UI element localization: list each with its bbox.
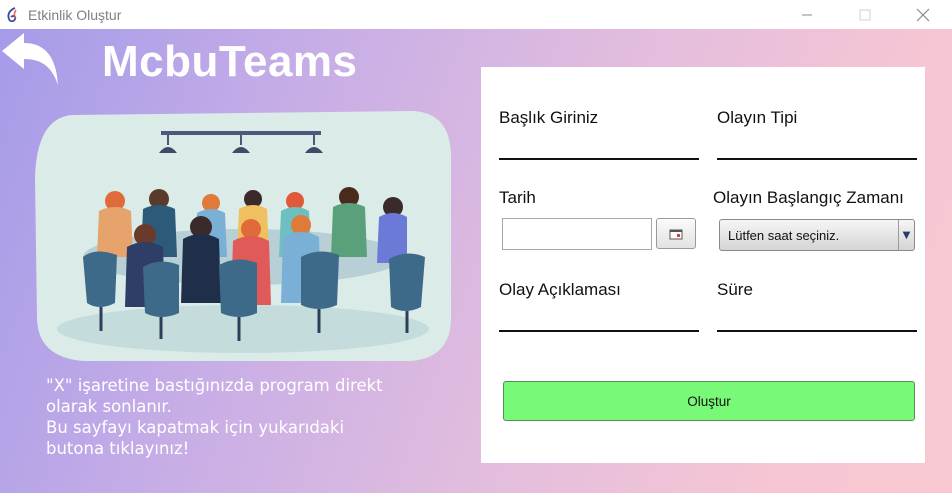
duration-label: Süre <box>717 280 753 299</box>
note-line: Bu sayfayı kapatmak için yukarıdaki <box>46 418 345 437</box>
title-label: Başlık Giriniz <box>499 108 599 127</box>
calendar-icon <box>669 229 683 239</box>
description-input[interactable] <box>499 330 699 332</box>
start-time-selected: Lütfen saat seçiniz. <box>728 227 840 243</box>
type-input[interactable] <box>717 158 917 160</box>
back-arrow-icon <box>2 33 58 85</box>
duration-input[interactable] <box>717 330 917 332</box>
back-button[interactable] <box>0 31 60 87</box>
chevron-down-icon[interactable]: ▼ <box>898 220 914 250</box>
team-meeting-illustration <box>35 111 451 361</box>
maximize-button[interactable] <box>836 0 894 29</box>
note-line: "X" işaretine bastığınızda program direk… <box>46 376 383 395</box>
main-panel: McbuTeams "X" işaretine bastığınızda pro… <box>0 29 952 493</box>
event-form-card: Başlık Giriniz Olayın Tipi Tarih Olayın … <box>481 67 925 463</box>
window-title: Etkinlik Oluştur <box>28 6 122 23</box>
maximize-icon <box>859 9 871 20</box>
create-button[interactable]: Oluştur <box>503 381 915 421</box>
note-line: olarak sonlanır. <box>46 397 172 416</box>
start-time-select[interactable]: Lütfen saat seçiniz. ▼ <box>719 219 915 251</box>
description-label: Olay Açıklaması <box>499 280 621 299</box>
minimize-icon <box>802 14 812 15</box>
app-icon <box>7 6 17 22</box>
title-bar: Etkinlik Oluştur <box>0 0 952 29</box>
exit-warning-note: "X" işaretine bastığınızda program direk… <box>46 375 446 459</box>
start-time-label: Olayın Başlangıç Zamanı <box>713 188 904 207</box>
brand-title: McbuTeams <box>102 37 358 86</box>
minimize-button[interactable] <box>778 0 836 29</box>
type-label: Olayın Tipi <box>717 108 798 127</box>
close-button[interactable] <box>894 0 952 29</box>
title-input[interactable] <box>499 158 699 160</box>
date-label: Tarih <box>499 188 536 207</box>
close-icon <box>916 8 930 21</box>
date-picker-button[interactable] <box>656 218 696 249</box>
date-input[interactable] <box>502 218 652 250</box>
note-line: butona tıklayınız! <box>46 439 190 458</box>
